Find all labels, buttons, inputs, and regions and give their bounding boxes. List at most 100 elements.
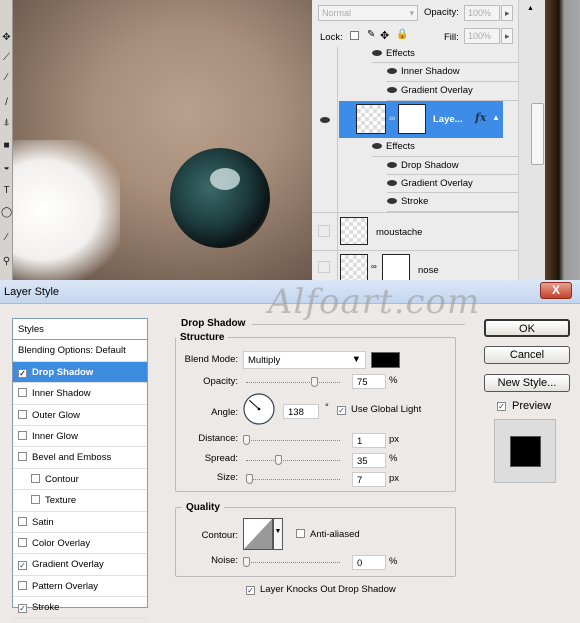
move-tool-icon[interactable]: ✥ <box>1 32 12 43</box>
style-checkbox[interactable]: ✓ <box>18 604 27 614</box>
style-item[interactable]: Bevel and Emboss <box>13 447 147 469</box>
slider-knob[interactable] <box>243 557 250 567</box>
opacity-slider[interactable] <box>246 377 340 387</box>
style-checkbox[interactable]: ✓ <box>18 561 27 571</box>
knocks-out-checkbox[interactable]: ✓ <box>246 584 260 595</box>
size-slider[interactable] <box>245 474 340 484</box>
style-item[interactable]: Satin <box>13 512 147 533</box>
blend-mode-select[interactable]: Normal ▾ <box>318 5 418 21</box>
effect-row[interactable]: Gradient Overlay <box>387 175 518 193</box>
layer-row[interactable]: moustache <box>312 212 518 251</box>
noise-slider[interactable] <box>243 557 340 567</box>
contour-dropdown-icon[interactable]: ▼ <box>273 518 283 550</box>
angle-input[interactable]: 138 <box>283 404 319 419</box>
style-item[interactable]: ✓ Drop Shadow <box>13 361 147 384</box>
visibility-toggle[interactable] <box>318 261 330 273</box>
brush-tool-icon[interactable]: / <box>1 97 12 108</box>
scroll-up-icon[interactable]: ▲ <box>527 5 534 12</box>
blend-mode-dropdown[interactable]: Multiply ▼ <box>243 351 366 369</box>
visibility-eye-icon[interactable] <box>320 115 334 126</box>
style-checkbox[interactable] <box>18 516 27 526</box>
style-item[interactable]: Outer Glow <box>13 405 147 426</box>
opacity-arrow-icon[interactable]: ▸ <box>501 5 513 21</box>
angle-dial[interactable] <box>242 392 276 426</box>
fill-field[interactable]: 100% <box>464 28 500 44</box>
effects-row[interactable]: Effects <box>372 46 518 63</box>
effect-row[interactable]: Inner Shadow <box>387 63 518 82</box>
eye-icon[interactable] <box>372 50 382 57</box>
slider-knob[interactable] <box>310 377 318 387</box>
use-global-light-checkbox[interactable]: ✓ <box>337 404 351 415</box>
wand-tool-icon[interactable]: ⁄ <box>1 72 12 83</box>
fill-arrow-icon[interactable]: ▸ <box>501 28 513 44</box>
eye-icon[interactable] <box>387 198 397 205</box>
new-style-button[interactable]: New Style... <box>484 374 570 392</box>
shadow-color-swatch[interactable] <box>371 352 400 368</box>
spread-input[interactable]: 35 <box>352 453 386 468</box>
zoom-tool-icon[interactable]: ⚲ <box>1 256 12 267</box>
style-item[interactable]: ✓ Stroke <box>13 597 147 619</box>
eye-icon[interactable] <box>387 162 397 169</box>
distance-slider[interactable] <box>243 435 340 445</box>
fx-icon[interactable]: fx <box>475 111 486 124</box>
style-checkbox[interactable] <box>18 409 27 419</box>
link-icon[interactable]: ∞ <box>389 113 395 123</box>
style-checkbox[interactable] <box>18 538 27 547</box>
eyedropper-tool-icon[interactable]: ⁄ <box>1 232 12 243</box>
styles-header[interactable]: Styles <box>13 319 147 341</box>
style-checkbox[interactable]: ✓ <box>18 368 27 378</box>
slider-knob[interactable] <box>243 435 251 445</box>
style-checkbox[interactable] <box>31 473 40 483</box>
style-checkbox[interactable] <box>18 580 27 590</box>
style-checkbox[interactable] <box>18 452 27 462</box>
opacity-field[interactable]: 100% <box>464 5 500 21</box>
size-input[interactable]: 7 <box>352 472 386 487</box>
stamp-tool-icon[interactable]: ⍋ <box>1 117 12 128</box>
ok-button[interactable]: OK <box>484 319 570 337</box>
lasso-tool-icon[interactable]: ⟋ <box>1 52 12 63</box>
eye-icon[interactable] <box>372 143 382 150</box>
slider-knob[interactable] <box>245 474 253 484</box>
contour-picker[interactable] <box>243 518 273 550</box>
lock-transparency-icon[interactable] <box>350 31 359 40</box>
close-button[interactable]: X <box>540 282 572 299</box>
layer-row-selected[interactable]: ∞ Laye... fx ▲ <box>339 101 503 138</box>
effects-row[interactable]: Effects <box>372 138 518 157</box>
style-item[interactable]: Contour <box>13 469 147 491</box>
style-checkbox[interactable] <box>18 388 27 398</box>
style-item[interactable]: Inner Glow <box>13 426 147 448</box>
style-checkbox[interactable] <box>18 431 27 440</box>
layer-row[interactable]: ∞ nose <box>312 251 518 282</box>
eye-icon[interactable] <box>387 180 397 187</box>
style-checkbox[interactable] <box>31 495 40 505</box>
spread-slider[interactable] <box>246 455 340 465</box>
visibility-toggle[interactable] <box>318 225 330 237</box>
preview-checkbox[interactable]: ✓ <box>497 400 511 411</box>
slider-knob[interactable] <box>274 455 282 465</box>
eye-icon[interactable] <box>387 68 397 75</box>
cancel-button[interactable]: Cancel <box>484 346 570 364</box>
distance-input[interactable]: 1 <box>352 433 386 448</box>
style-item[interactable]: Texture <box>13 490 147 512</box>
lock-paint-icon[interactable]: ✎ <box>367 29 375 40</box>
canvas-image[interactable] <box>0 0 312 280</box>
style-item[interactable]: Pattern Overlay <box>13 576 147 598</box>
expand-arrow-icon[interactable]: ▲ <box>492 113 500 122</box>
effect-row[interactable]: Drop Shadow <box>387 157 518 175</box>
style-item[interactable]: Color Overlay <box>13 533 147 555</box>
style-item[interactable]: ✓ Gradient Overlay <box>13 554 147 576</box>
anti-aliased-checkbox[interactable] <box>296 529 310 540</box>
style-item[interactable]: Blending Options: Default <box>13 340 147 362</box>
type-tool-icon[interactable]: T <box>1 185 12 196</box>
shape-tool-icon[interactable]: ◯ <box>1 207 12 218</box>
gradient-tool-icon[interactable]: ■ <box>1 140 12 151</box>
style-item[interactable]: Inner Shadow <box>13 383 147 405</box>
effect-row[interactable]: Stroke <box>387 193 518 212</box>
eye-icon[interactable] <box>387 87 397 94</box>
lock-all-icon[interactable]: 🔒 <box>396 29 408 40</box>
scrollbar-thumb[interactable] <box>531 103 544 165</box>
opacity-input[interactable]: 75 <box>352 374 386 389</box>
dodge-tool-icon[interactable]: ◒ <box>1 162 12 173</box>
lock-move-icon[interactable]: ✥ <box>380 29 389 42</box>
link-icon[interactable]: ∞ <box>371 262 377 271</box>
